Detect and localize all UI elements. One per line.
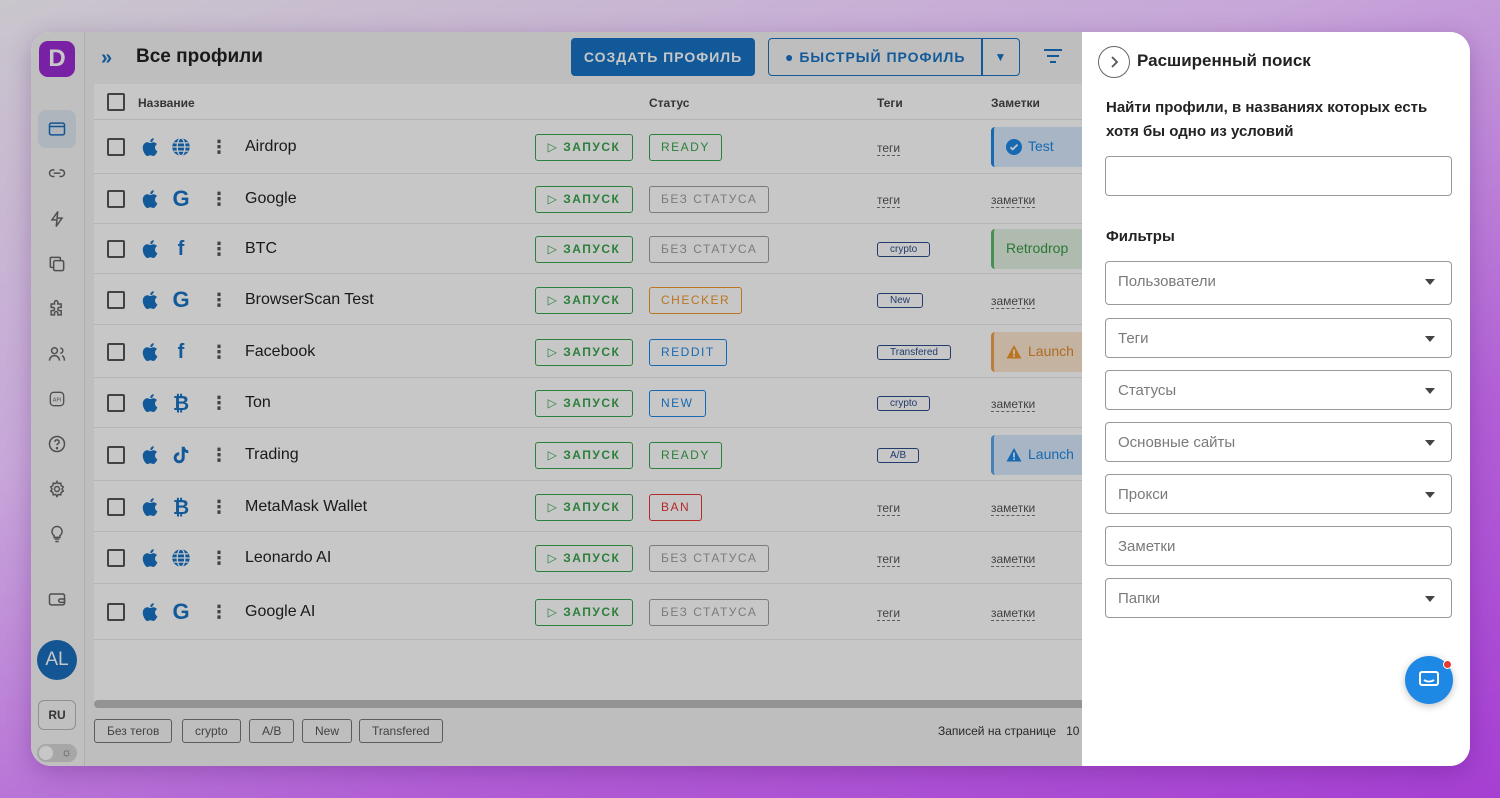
advanced-search-panel: Расширенный поиск Найти профили, в назва… — [1082, 32, 1470, 766]
filter-select[interactable]: Статусы — [1105, 370, 1452, 410]
filter-placeholder: Теги — [1118, 330, 1149, 347]
app-window: D API AL RU ☼ » Все профили СОЗДАТЬ ПРОФ… — [31, 32, 1470, 766]
filter-placeholder: Прокси — [1118, 486, 1169, 503]
filter-select[interactable]: Папки — [1105, 578, 1452, 618]
filter-placeholder: Заметки — [1118, 538, 1176, 555]
filter-placeholder: Папки — [1118, 590, 1161, 607]
filter-select[interactable]: Теги — [1105, 318, 1452, 358]
chat-icon — [1419, 671, 1439, 686]
filter-select[interactable]: Прокси — [1105, 474, 1452, 514]
close-panel-button[interactable] — [1098, 46, 1130, 78]
filter-select[interactable]: Основные сайты — [1105, 422, 1452, 462]
dropdown-arrow-icon — [1425, 440, 1435, 446]
dropdown-arrow-icon — [1425, 279, 1435, 285]
chat-button[interactable] — [1405, 656, 1453, 704]
dropdown-arrow-icon — [1425, 336, 1435, 342]
panel-description: Найти профили, в названиях которых есть … — [1106, 99, 1428, 140]
modal-overlay[interactable] — [31, 32, 1082, 766]
dropdown-arrow-icon — [1425, 492, 1435, 498]
dropdown-arrow-icon — [1425, 596, 1435, 602]
filter-input[interactable]: Заметки — [1105, 526, 1452, 566]
dropdown-arrow-icon — [1425, 388, 1435, 394]
panel-title: Расширенный поиск — [1137, 51, 1311, 70]
filters-title: Фильтры — [1106, 228, 1175, 245]
filter-select[interactable]: Пользователи — [1105, 261, 1452, 305]
search-input[interactable] — [1105, 156, 1452, 196]
filter-placeholder: Основные сайты — [1118, 434, 1236, 451]
notification-dot — [1443, 660, 1452, 669]
filter-placeholder: Пользователи — [1118, 273, 1216, 290]
chevron-right-icon — [1111, 56, 1119, 68]
filter-placeholder: Статусы — [1118, 382, 1177, 399]
